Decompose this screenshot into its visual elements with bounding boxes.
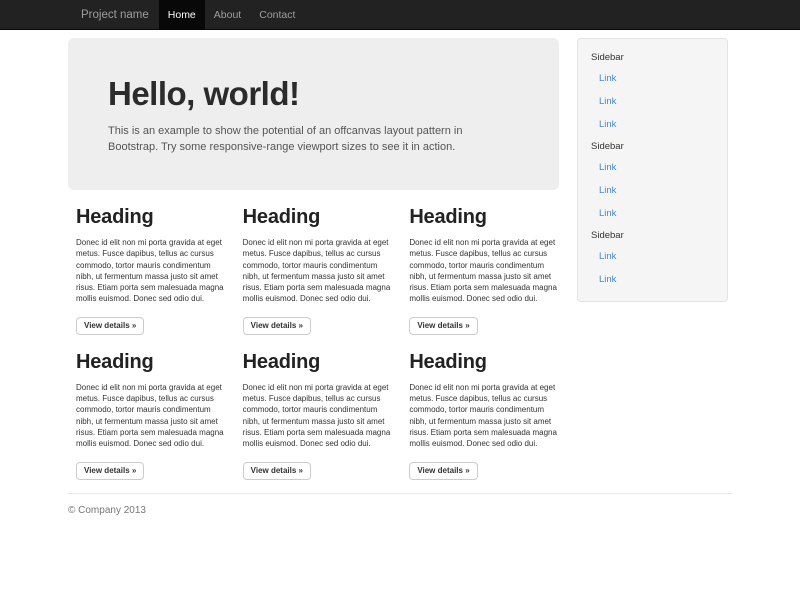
card: Heading Donec id elit non mi porta gravi… [401, 335, 568, 480]
navbar-inner: Project name HomeAboutContact [68, 0, 732, 30]
nav-item-home[interactable]: Home [159, 0, 205, 30]
view-details-button[interactable]: View details » [409, 462, 477, 480]
view-details-button[interactable]: View details » [243, 462, 311, 480]
card-body-text: Donec id elit non mi porta gravida at eg… [76, 382, 227, 450]
nav-item-about[interactable]: About [205, 0, 250, 30]
card-heading: Heading [409, 351, 560, 373]
sidebar-group-label: Sidebar [578, 136, 727, 156]
navbar-brand[interactable]: Project name [68, 0, 149, 30]
card: Heading Donec id elit non mi porta gravi… [235, 190, 402, 335]
jumbotron-title: Hello, world! [108, 77, 519, 112]
navbar-menu: HomeAboutContact [159, 0, 305, 30]
card-body-text: Donec id elit non mi porta gravida at eg… [76, 237, 227, 305]
jumbotron: Hello, world! This is an example to show… [68, 38, 559, 190]
card-body-text: Donec id elit non mi porta gravida at eg… [243, 237, 394, 305]
content-row: Hello, world! This is an example to show… [68, 30, 732, 480]
cards-grid: Heading Donec id elit non mi porta gravi… [68, 190, 568, 480]
top-navbar: Project name HomeAboutContact [0, 0, 800, 30]
card: Heading Donec id elit non mi porta gravi… [68, 190, 235, 335]
sidebar-link[interactable]: Link [578, 113, 727, 136]
card-heading: Heading [76, 206, 227, 228]
card-heading: Heading [76, 351, 227, 373]
nav-item-contact[interactable]: Contact [250, 0, 304, 30]
card-heading: Heading [243, 206, 394, 228]
main-column: Hello, world! This is an example to show… [68, 30, 568, 480]
card: Heading Donec id elit non mi porta gravi… [235, 335, 402, 480]
view-details-button[interactable]: View details » [76, 317, 144, 335]
sidebar-link[interactable]: Link [578, 268, 727, 291]
card: Heading Donec id elit non mi porta gravi… [401, 190, 568, 335]
view-details-button[interactable]: View details » [243, 317, 311, 335]
sidebar-column: SidebarLinkLinkLinkSidebarLinkLinkLinkSi… [568, 30, 732, 480]
sidebar-link[interactable]: Link [578, 202, 727, 225]
card-body-text: Donec id elit non mi porta gravida at eg… [243, 382, 394, 450]
footer: © Company 2013 [68, 493, 732, 546]
card-body-text: Donec id elit non mi porta gravida at eg… [409, 237, 560, 305]
sidebar-link[interactable]: Link [578, 156, 727, 179]
jumbotron-description: This is an example to show the potential… [108, 123, 508, 155]
copyright-text: © Company 2013 [68, 505, 732, 516]
view-details-button[interactable]: View details » [409, 317, 477, 335]
page-container: Hello, world! This is an example to show… [68, 30, 732, 546]
sidebar-panel: SidebarLinkLinkLinkSidebarLinkLinkLinkSi… [577, 38, 728, 302]
sidebar-link[interactable]: Link [578, 245, 727, 268]
sidebar-link[interactable]: Link [578, 67, 727, 90]
sidebar-group-label: Sidebar [578, 225, 727, 245]
card-heading: Heading [409, 206, 560, 228]
card-body-text: Donec id elit non mi porta gravida at eg… [409, 382, 560, 450]
card-heading: Heading [243, 351, 394, 373]
card: Heading Donec id elit non mi porta gravi… [68, 335, 235, 480]
view-details-button[interactable]: View details » [76, 462, 144, 480]
sidebar-group-label: Sidebar [578, 47, 727, 67]
sidebar-link[interactable]: Link [578, 90, 727, 113]
sidebar-link[interactable]: Link [578, 179, 727, 202]
